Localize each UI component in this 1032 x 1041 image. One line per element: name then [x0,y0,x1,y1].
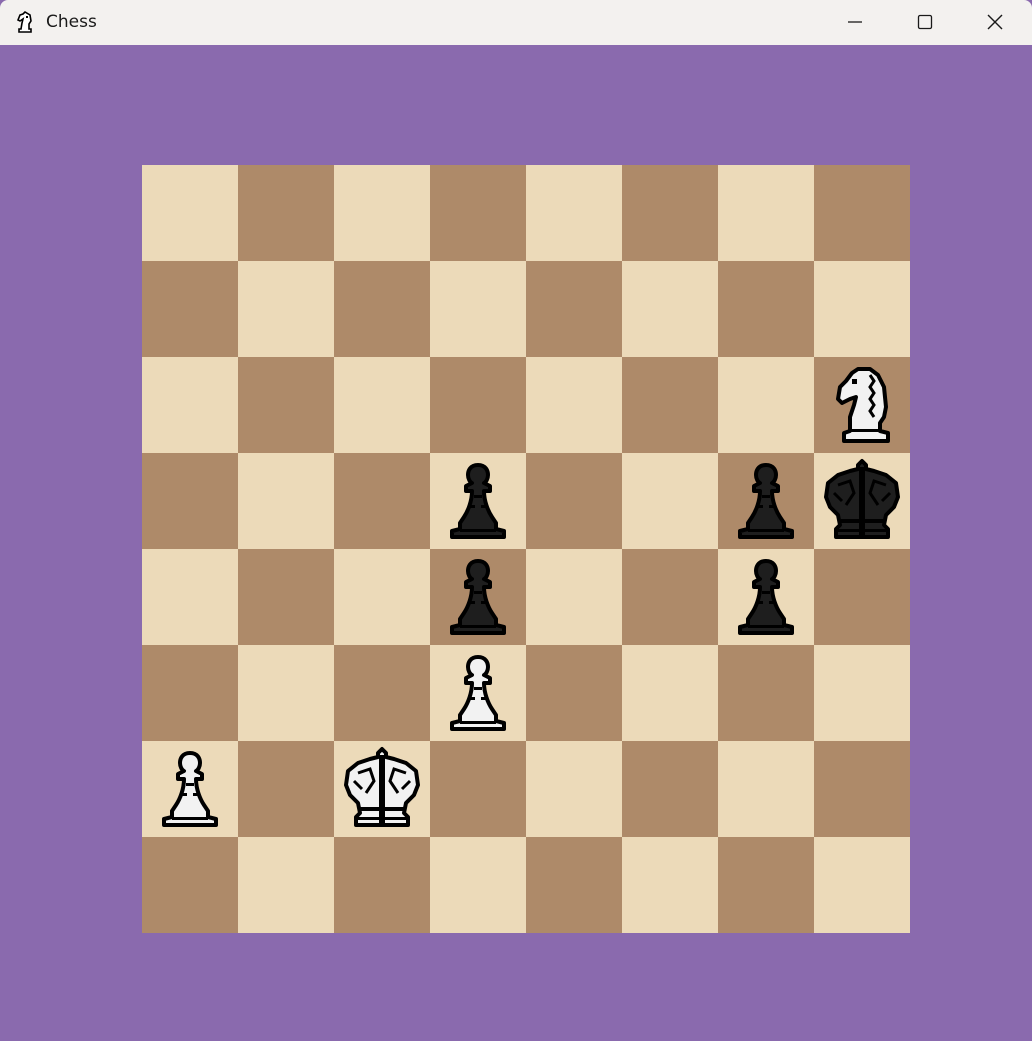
square-g6[interactable] [718,357,814,453]
square-b7[interactable] [238,261,334,357]
white-king-piece[interactable] [334,741,430,837]
square-b3[interactable] [238,645,334,741]
square-b2[interactable] [238,741,334,837]
black-king-piece[interactable] [814,453,910,549]
minimize-button[interactable] [820,0,890,45]
square-c6[interactable] [334,357,430,453]
square-h7[interactable] [814,261,910,357]
square-a4[interactable] [142,549,238,645]
square-f2[interactable] [622,741,718,837]
square-e6[interactable] [526,357,622,453]
square-a7[interactable] [142,261,238,357]
square-h1[interactable] [814,837,910,933]
square-b4[interactable] [238,549,334,645]
square-f5[interactable] [622,453,718,549]
square-b5[interactable] [238,453,334,549]
square-e5[interactable] [526,453,622,549]
chess-window: Chess [0,0,1032,1041]
chess-board[interactable] [142,165,910,933]
square-e3[interactable] [526,645,622,741]
square-c7[interactable] [334,261,430,357]
square-a6[interactable] [142,357,238,453]
square-a1[interactable] [142,837,238,933]
white-pawn-piece[interactable] [142,741,238,837]
close-button[interactable] [960,0,1030,45]
square-f1[interactable] [622,837,718,933]
square-c8[interactable] [334,165,430,261]
square-a5[interactable] [142,453,238,549]
square-g2[interactable] [718,741,814,837]
square-h4[interactable] [814,549,910,645]
window-title: Chess [46,12,97,32]
black-pawn-piece[interactable] [430,453,526,549]
square-f6[interactable] [622,357,718,453]
square-g8[interactable] [718,165,814,261]
square-d7[interactable] [430,261,526,357]
square-d1[interactable] [430,837,526,933]
square-e1[interactable] [526,837,622,933]
maximize-icon [917,14,933,30]
square-b1[interactable] [238,837,334,933]
close-icon [987,14,1003,30]
square-a8[interactable] [142,165,238,261]
white-knight-piece[interactable] [814,357,910,453]
chess-knight-icon [16,10,32,33]
square-b6[interactable] [238,357,334,453]
square-f3[interactable] [622,645,718,741]
square-h3[interactable] [814,645,910,741]
square-e4[interactable] [526,549,622,645]
square-b8[interactable] [238,165,334,261]
title-bar[interactable]: Chess [0,0,1032,45]
square-d2[interactable] [430,741,526,837]
square-c1[interactable] [334,837,430,933]
black-pawn-piece[interactable] [718,453,814,549]
square-g1[interactable] [718,837,814,933]
square-e8[interactable] [526,165,622,261]
square-g7[interactable] [718,261,814,357]
square-h2[interactable] [814,741,910,837]
square-f7[interactable] [622,261,718,357]
minimize-icon [848,21,862,23]
square-c4[interactable] [334,549,430,645]
black-pawn-piece[interactable] [430,549,526,645]
white-pawn-piece[interactable] [430,645,526,741]
square-f4[interactable] [622,549,718,645]
square-h8[interactable] [814,165,910,261]
square-c3[interactable] [334,645,430,741]
square-g3[interactable] [718,645,814,741]
square-d6[interactable] [430,357,526,453]
square-c5[interactable] [334,453,430,549]
square-e7[interactable] [526,261,622,357]
black-pawn-piece[interactable] [718,549,814,645]
maximize-button[interactable] [890,0,960,45]
square-e2[interactable] [526,741,622,837]
square-d8[interactable] [430,165,526,261]
square-a3[interactable] [142,645,238,741]
square-f8[interactable] [622,165,718,261]
